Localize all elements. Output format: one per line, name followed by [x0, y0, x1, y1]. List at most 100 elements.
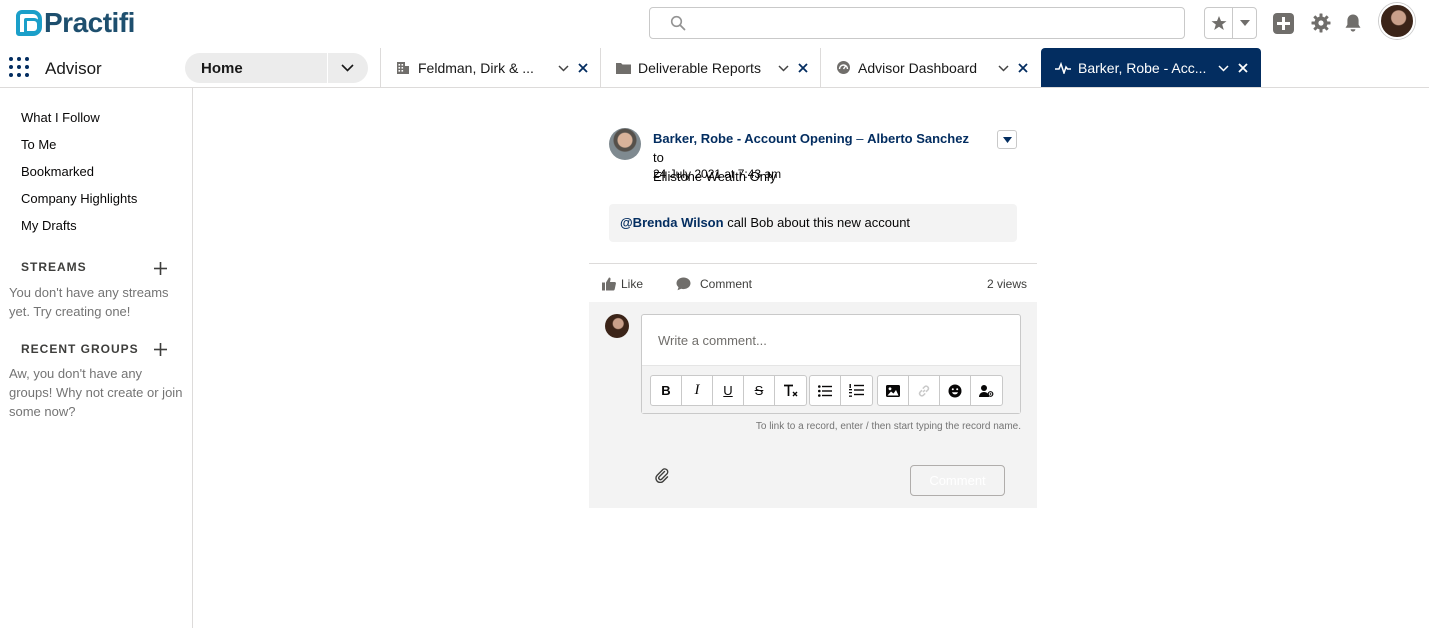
tab-feldman[interactable]: Feldman, Dirk & ... — [380, 48, 600, 87]
numbered-list-icon — [849, 384, 864, 397]
streams-heading: STREAMS — [21, 260, 87, 274]
insert-image-button[interactable] — [878, 376, 909, 405]
mention-user-icon — [979, 384, 994, 397]
sidebar-item-to-me[interactable]: To Me — [21, 137, 56, 152]
header-dash: – — [856, 131, 864, 146]
post-body-text: call Bob about this new account — [727, 215, 911, 230]
divider — [589, 263, 1037, 264]
setup-button[interactable] — [1310, 12, 1332, 34]
gear-icon — [1311, 13, 1331, 33]
underline-button[interactable]: U — [713, 376, 744, 405]
close-icon — [1238, 63, 1248, 73]
tab-label: Feldman, Dirk & ... — [418, 59, 534, 76]
sidebar-item-what-i-follow[interactable]: What I Follow — [21, 110, 100, 125]
tab-close-button[interactable] — [1016, 61, 1030, 75]
chevron-down-icon — [1002, 136, 1012, 143]
like-icon — [601, 276, 616, 291]
dashboard-icon — [835, 60, 851, 76]
tab-menu-button[interactable] — [556, 61, 570, 75]
app-name: Advisor — [45, 59, 102, 78]
post-actions-menu-button[interactable] — [997, 130, 1017, 149]
close-icon — [1018, 63, 1028, 73]
tab-home-label: Home — [201, 59, 243, 77]
post-body: @Brenda Wilson call Bob about this new a… — [609, 204, 1017, 242]
favorites-group — [1204, 7, 1257, 39]
chevron-down-icon — [557, 64, 569, 72]
feed-sidebar: What I Follow To Me Bookmarked Company H… — [0, 88, 193, 628]
logo-mark-icon — [16, 10, 42, 36]
numbered-list-button[interactable] — [841, 376, 872, 405]
global-search-input[interactable] — [649, 7, 1185, 39]
tab-close-button[interactable] — [1236, 61, 1250, 75]
like-label: Like — [621, 276, 644, 291]
home-menu-button[interactable] — [327, 53, 367, 83]
insert-group — [877, 375, 1003, 406]
add-icon — [1272, 12, 1294, 34]
link-icon — [918, 384, 930, 397]
tab-close-button[interactable] — [576, 61, 590, 75]
sidebar-item-company-highlights[interactable]: Company Highlights — [21, 191, 137, 206]
tab-advisor-dashboard[interactable]: Advisor Dashboard — [820, 48, 1041, 87]
image-icon — [886, 384, 900, 397]
tab-label: Advisor Dashboard — [858, 59, 978, 76]
tab-menu-button[interactable] — [776, 61, 790, 75]
groups-empty-text: Aw, you don't have any groups! Why not c… — [9, 366, 183, 419]
comment-action-button[interactable]: Comment — [676, 276, 752, 291]
sidebar-item-my-drafts[interactable]: My Drafts — [21, 218, 77, 233]
submit-comment-button[interactable]: Comment — [910, 465, 1005, 496]
recent-groups-heading: RECENT GROUPS — [21, 342, 139, 356]
clear-format-icon — [783, 384, 797, 396]
tab-menu-button[interactable] — [1216, 61, 1230, 75]
close-icon — [578, 63, 588, 73]
add-stream-icon[interactable] — [154, 262, 167, 275]
composer-hint: To link to a record, enter / then start … — [755, 421, 1021, 432]
text-format-group: B I U S — [650, 375, 807, 406]
favorites-button[interactable] — [1205, 8, 1234, 38]
chevron-down-icon — [1239, 20, 1250, 26]
global-header: Practifi — [0, 0, 1429, 48]
record-link[interactable]: Barker, Robe - Account Opening — [653, 131, 853, 146]
tab-barker-account[interactable]: Barker, Robe - Acc... — [1041, 48, 1261, 87]
app-launcher-icon[interactable] — [9, 57, 29, 77]
like-button[interactable]: Like — [601, 276, 643, 291]
bold-button[interactable]: B — [651, 376, 682, 405]
strikethrough-button[interactable]: S — [744, 376, 775, 405]
rich-text-toolbar: B I U S — [642, 365, 1020, 413]
close-icon — [798, 63, 808, 73]
insert-emoji-button[interactable] — [940, 376, 971, 405]
comment-icon — [676, 276, 691, 291]
chevron-down-icon — [341, 64, 354, 72]
insert-link-button[interactable] — [909, 376, 940, 405]
add-group-icon[interactable] — [154, 343, 167, 356]
tab-deliverable-reports[interactable]: Deliverable Reports — [600, 48, 820, 87]
notifications-button[interactable] — [1342, 12, 1364, 34]
view-count: 2 views — [986, 277, 1027, 291]
bell-icon — [1345, 14, 1361, 32]
comment-input[interactable]: Write a comment... — [658, 333, 767, 348]
emoji-icon — [948, 384, 962, 397]
author-avatar[interactable] — [609, 128, 641, 160]
list-group — [809, 375, 873, 406]
italic-button[interactable]: I — [682, 376, 713, 405]
mention-user-button[interactable] — [971, 376, 1002, 405]
tab-menu-button[interactable] — [996, 61, 1010, 75]
chevron-down-icon — [1217, 64, 1229, 72]
comment-composer[interactable]: Write a comment... B I U S — [641, 314, 1021, 414]
tab-close-button[interactable] — [796, 61, 810, 75]
comment-action-label: Comment — [700, 276, 753, 291]
mention-link[interactable]: @Brenda Wilson — [620, 215, 724, 230]
post-timestamp[interactable]: 24 July 2021 at 7:43 am — [653, 167, 781, 181]
practifi-logo[interactable]: Practifi — [16, 6, 135, 40]
clear-format-button[interactable] — [775, 376, 806, 405]
header-to: to — [653, 150, 664, 165]
favorites-menu-button[interactable] — [1233, 8, 1256, 38]
tab-home[interactable]: Home — [185, 53, 368, 83]
navigation-bar: Advisor Home Feldman, Dirk & ... Deliver… — [0, 48, 1429, 88]
attach-file-icon[interactable] — [655, 468, 670, 483]
global-actions-button[interactable] — [1272, 12, 1294, 34]
pulse-icon — [1055, 60, 1071, 76]
bulleted-list-button[interactable] — [810, 376, 841, 405]
user-avatar[interactable] — [1379, 3, 1415, 39]
author-link[interactable]: Alberto Sanchez — [867, 131, 969, 146]
sidebar-item-bookmarked[interactable]: Bookmarked — [21, 164, 94, 179]
